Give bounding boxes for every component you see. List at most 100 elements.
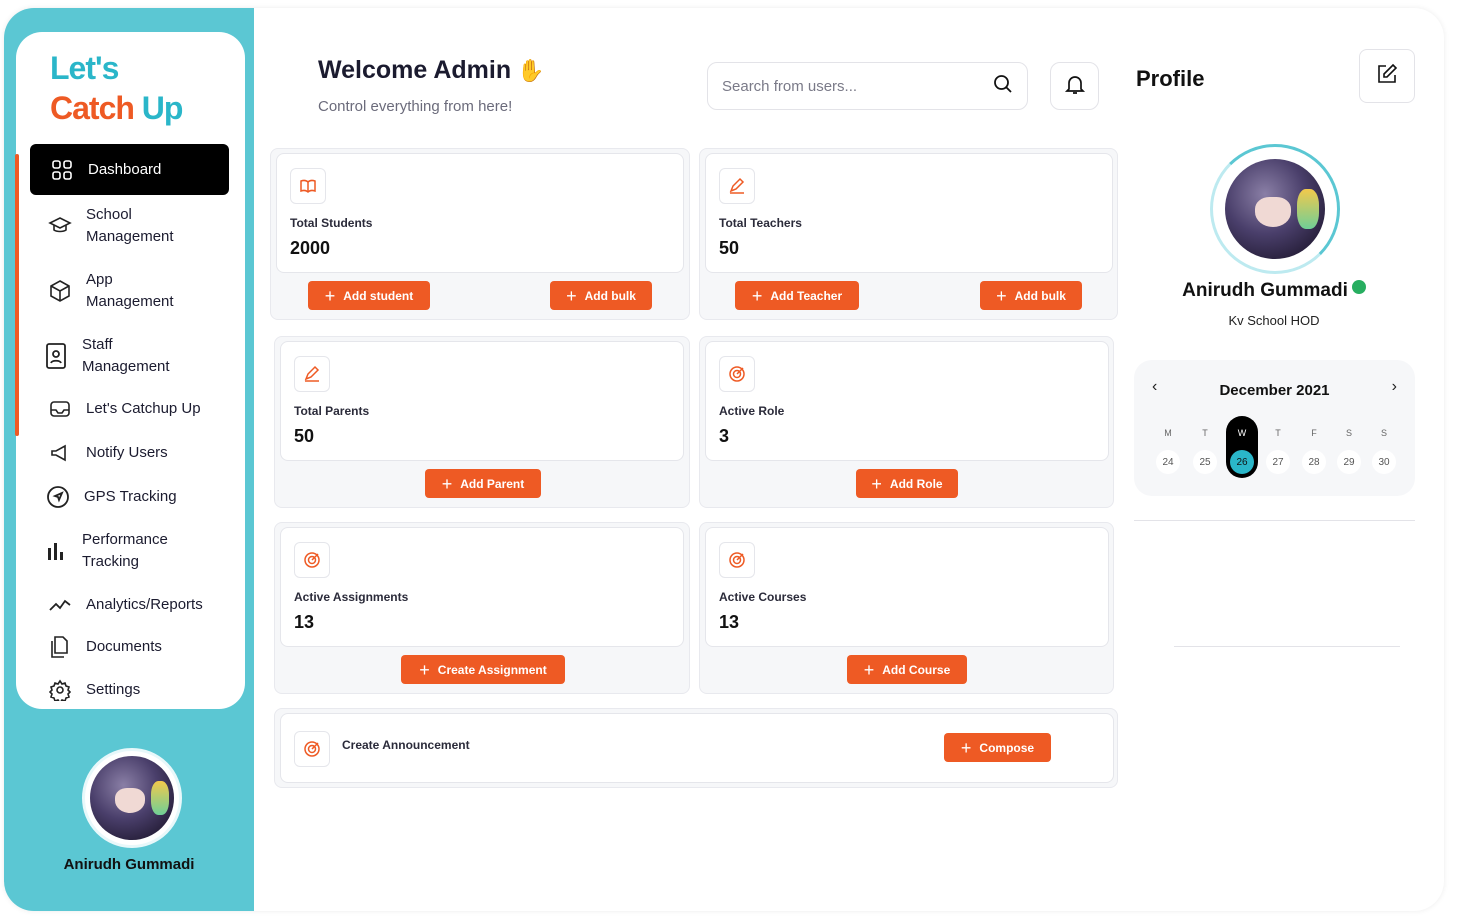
calendar-day-selected[interactable]: 26: [1230, 450, 1254, 474]
weekday-label: S: [1380, 428, 1387, 438]
stat-value: 50: [294, 426, 315, 446]
search-icon[interactable]: [993, 74, 1013, 99]
assignments-card: Active Assignments 13: [280, 527, 684, 647]
profile-name: Anirudh Gummadi: [1134, 280, 1414, 302]
stat-value: 3: [719, 426, 730, 446]
sidebar-item-documents[interactable]: Documents: [48, 635, 162, 659]
sidebar-item-performance-tracking[interactable]: Performance Tracking: [44, 529, 168, 573]
id-badge-icon: [44, 343, 68, 369]
profile-role: Kv School HOD: [1228, 313, 1320, 328]
add-role-button[interactable]: + Add Role: [856, 469, 958, 498]
stat-title: Total Students: [290, 216, 373, 230]
divider: [1174, 646, 1400, 647]
plus-icon: +: [863, 659, 875, 680]
weekday-label: M: [1164, 428, 1172, 438]
notifications-button[interactable]: [1050, 62, 1099, 110]
sidebar-scroll-indicator[interactable]: [15, 154, 19, 436]
announcement-title: Create Announcement: [342, 738, 470, 752]
gear-icon: [48, 678, 72, 702]
stat-title: Active Role: [719, 404, 785, 418]
plus-icon: +: [996, 285, 1007, 306]
logo-word-up: Up: [141, 90, 184, 126]
sidebar-avatar[interactable]: [82, 748, 182, 848]
pen-icon: [719, 168, 755, 204]
target-icon: [294, 731, 330, 767]
sidebar-item-settings[interactable]: Settings: [48, 678, 140, 702]
sidebar-item-label: School: [86, 206, 132, 223]
sidebar-item-school-management[interactable]: School Management: [48, 204, 174, 248]
button-label: Add bulk: [584, 288, 636, 303]
sidebar-item-label: Documents: [86, 638, 162, 655]
button-label: Add student: [343, 288, 414, 303]
weekday-label: S: [1345, 428, 1352, 438]
sidebar-item-notify-users[interactable]: Notify Users: [48, 441, 168, 465]
button-label: Add Teacher: [770, 288, 843, 303]
parents-card: Total Parents 50: [280, 341, 684, 461]
logo-line-2: Catch Up: [50, 88, 184, 128]
compose-button[interactable]: + Compose: [944, 733, 1051, 762]
avatar-image: [90, 756, 174, 840]
profile-avatar[interactable]: [1225, 159, 1325, 259]
calendar-day[interactable]: 30: [1372, 450, 1396, 474]
create-assignment-button[interactable]: + Create Assignment: [401, 655, 565, 684]
sidebar-item-lets-catchup[interactable]: Let's Catchup Up: [48, 397, 201, 421]
edit-profile-button[interactable]: [1359, 49, 1415, 103]
sidebar-user-name: Anirudh Gummadi: [63, 856, 195, 873]
calendar-day[interactable]: 24: [1156, 450, 1180, 474]
sidebar-item-label: Staff: [82, 336, 113, 353]
megaphone-icon: [48, 441, 72, 465]
target-icon: [719, 356, 755, 392]
button-label: Compose: [979, 740, 1035, 755]
button-label: Add Parent: [460, 476, 525, 491]
calendar-day[interactable]: 28: [1302, 450, 1326, 474]
page-title-text: Welcome Admin: [318, 56, 512, 84]
roles-panel: Active Role 3 + Add Role: [699, 336, 1114, 508]
box-icon: [48, 279, 72, 303]
calendar-widget: ‹ December 2021 › M T W T F S S 24 25 26…: [1134, 360, 1415, 496]
stat-value: 2000: [290, 238, 331, 258]
sidebar-item-label: Performance: [82, 531, 168, 548]
stat-title: Total Teachers: [719, 216, 802, 230]
search-bar[interactable]: [707, 62, 1028, 110]
logo-line-1: Let's: [50, 50, 119, 86]
add-teacher-button[interactable]: + Add Teacher: [735, 281, 859, 310]
calendar-day[interactable]: 29: [1337, 450, 1361, 474]
sidebar-item-gps-tracking[interactable]: GPS Tracking: [46, 485, 177, 509]
add-student-button[interactable]: + Add student: [308, 281, 430, 310]
weekday-label: F: [1311, 428, 1317, 438]
stat-value: 13: [719, 612, 740, 632]
calendar-day[interactable]: 27: [1266, 450, 1290, 474]
sidebar-item-app-management[interactable]: App Management: [48, 269, 174, 313]
button-label: Create Assignment: [437, 662, 547, 677]
stat-title: Total Parents: [294, 404, 370, 418]
sidebar-item-dashboard[interactable]: Dashboard: [30, 144, 229, 195]
chevron-right-icon[interactable]: ›: [1392, 378, 1397, 396]
sidebar-item-label: Management: [86, 228, 174, 245]
teachers-card: Total Teachers 50: [705, 153, 1113, 273]
teachers-panel: Total Teachers 50 + Add Teacher + Add bulk: [699, 148, 1118, 320]
weekday-label: T: [1202, 428, 1208, 438]
sidebar-item-analytics-reports[interactable]: Analytics/Reports: [48, 593, 203, 617]
courses-panel: Active Courses 13 + Add Course: [699, 522, 1114, 694]
plus-icon: +: [441, 473, 453, 494]
plus-icon: +: [324, 285, 336, 306]
add-course-button[interactable]: + Add Course: [847, 655, 967, 684]
stat-title: Active Courses: [719, 590, 807, 604]
add-bulk-teachers-button[interactable]: + Add bulk: [980, 281, 1082, 310]
add-parent-button[interactable]: + Add Parent: [425, 469, 541, 498]
sidebar-item-label: Notify Users: [86, 444, 168, 461]
announcement-panel: Create Announcement + Compose: [274, 708, 1118, 788]
roles-card: Active Role 3: [705, 341, 1109, 461]
sidebar-item-label: Tracking: [82, 553, 139, 570]
target-icon: [719, 542, 755, 578]
button-label: Add Role: [889, 476, 943, 491]
sidebar-item-staff-management[interactable]: Staff Management: [44, 334, 170, 378]
logo-word-catch: Catch: [50, 90, 142, 126]
sidebar-item-label: Dashboard: [88, 160, 162, 178]
search-input[interactable]: [722, 77, 993, 95]
calendar-month: December 2021: [1219, 382, 1330, 399]
calendar-day[interactable]: 25: [1193, 450, 1217, 474]
sidebar-item-label: App: [86, 271, 113, 288]
add-bulk-students-button[interactable]: + Add bulk: [550, 281, 652, 310]
plus-icon: +: [960, 737, 972, 758]
